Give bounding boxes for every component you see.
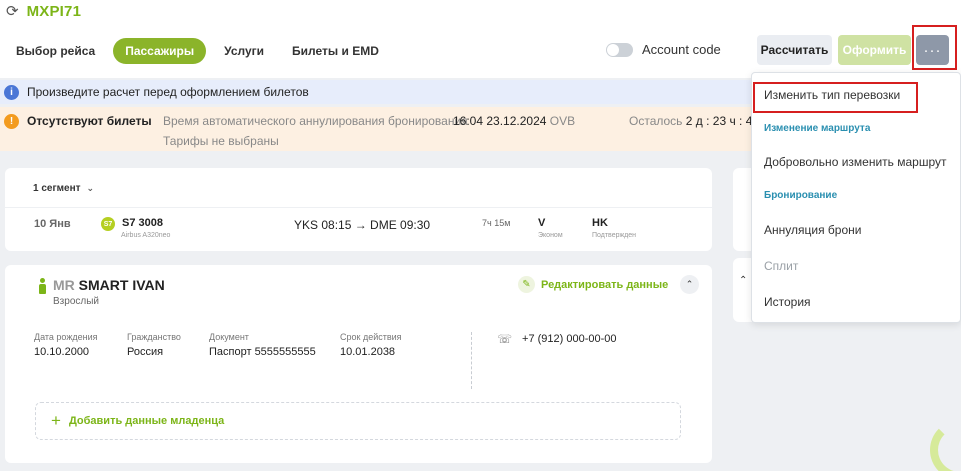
booking-class: V: [538, 217, 546, 229]
more-menu: Изменить тип перевозки Изменение маршрут…: [751, 72, 961, 323]
airline-logo: S7: [101, 217, 115, 231]
calculate-button[interactable]: Рассчитать: [757, 35, 832, 65]
issue-button[interactable]: Оформить: [838, 35, 911, 65]
passenger-title: MR: [53, 277, 75, 293]
divider: [5, 207, 712, 208]
pencil-icon: ✎: [518, 276, 535, 293]
field-value: Россия: [127, 346, 164, 358]
segment-header[interactable]: 1 сегмент ⌄: [33, 183, 94, 194]
tabs: Выбор рейса Пассажиры Услуги Билеты и EM…: [6, 38, 397, 64]
refresh-icon[interactable]: ⟳: [6, 3, 19, 20]
menu-item-change-transport-type[interactable]: Изменить тип перевозки: [764, 88, 900, 102]
segment-header-label: 1 сегмент: [33, 183, 81, 194]
segment-card: 1 сегмент ⌄ 10 Янв S7 S7 3008 Airbus A32…: [5, 168, 712, 251]
field-value: 10.10.2000: [34, 346, 90, 358]
fares-status: Тарифы не выбраны: [163, 134, 279, 148]
flight-number: S7 3008: [122, 217, 163, 229]
field-label: Дата рождения: [34, 332, 98, 342]
chevron-up-icon: ⌃: [685, 279, 694, 289]
expiry-field: Срок действия 10.01.2038: [340, 332, 402, 358]
tab-tickets-emd[interactable]: Билеты и EMD: [282, 38, 389, 64]
citizenship-field: Гражданство Россия: [127, 332, 181, 358]
divider: [471, 332, 472, 389]
auto-cancel-datetime: 16:04 23.12.2024 OVB: [453, 114, 575, 128]
phone-number: +7 (912) 000-00-00: [522, 333, 617, 345]
info-icon: i: [4, 84, 19, 100]
remaining-label: Осталось: [629, 114, 683, 128]
auto-cancel-airport: OVB: [549, 114, 576, 128]
segment-date: 10 Янв: [34, 218, 71, 230]
tab-services[interactable]: Услуги: [214, 38, 274, 64]
document-field: Документ Паспорт 5555555555: [209, 332, 316, 358]
aircraft-type: Airbus A320neo: [121, 232, 171, 239]
info-text: Произведите расчет перед оформлением бил…: [27, 85, 309, 99]
menu-group-booking: Бронирование: [764, 190, 838, 201]
chevron-down-icon: ⌄: [86, 183, 95, 193]
booking-class-name: Эконом: [538, 232, 563, 239]
passenger-card: MR SMART IVAN Взрослый ✎ Редактировать д…: [5, 265, 712, 463]
field-label: Гражданство: [127, 332, 181, 342]
menu-group-route-change: Изменение маршрута: [764, 123, 871, 134]
header: ⟳ MXPI71 Выбор рейса Пассажиры Услуги Би…: [0, 0, 961, 78]
field-label: Срок действия: [340, 332, 402, 342]
segment-route: YKS 08:15 → DME 09:30: [294, 218, 431, 232]
menu-item-cancel-booking[interactable]: Аннуляция брони: [764, 223, 861, 237]
decorative-arc: [930, 420, 961, 471]
edit-data-button[interactable]: ✎ Редактировать данные: [518, 276, 668, 293]
collapse-button[interactable]: ⌃: [680, 275, 699, 294]
field-label: Документ: [209, 332, 249, 342]
chevron-up-icon[interactable]: ⌃: [739, 275, 747, 286]
add-infant-button[interactable]: + Добавить данные младенца: [35, 402, 681, 440]
flight-duration: 7ч 15м: [482, 218, 511, 228]
field-value: Паспорт 5555555555: [209, 346, 316, 358]
remaining-time: Осталось 2 д : 23 ч : 43 м: [629, 114, 771, 128]
menu-item-split[interactable]: Сплит: [764, 259, 798, 273]
birth-date-field: Дата рождения 10.10.2000: [34, 332, 98, 358]
add-infant-label: Добавить данные младенца: [68, 415, 225, 427]
tab-passengers[interactable]: Пассажиры: [113, 38, 207, 64]
menu-item-voluntary-route-change[interactable]: Добровольно изменить маршрут: [764, 155, 947, 169]
phone-contact: ☏ +7 (912) 000-00-00: [497, 332, 617, 346]
field-value: 10.01.2038: [340, 346, 396, 358]
passenger-type: Взрослый: [53, 296, 99, 307]
plus-icon: +: [51, 411, 61, 430]
account-code-toggle[interactable]: [606, 42, 633, 57]
segment-status: HK: [592, 217, 608, 229]
segment-status-name: Подтвержден: [592, 232, 637, 239]
account-code: Account code: [606, 42, 721, 57]
warning-title: Отсутствуют билеты: [27, 114, 152, 128]
phone-icon: ☏: [497, 332, 513, 346]
person-icon: [38, 278, 47, 294]
more-button[interactable]: ···: [916, 35, 949, 65]
account-code-label: Account code: [642, 42, 721, 57]
more-dots-icon: ···: [923, 41, 942, 59]
edit-data-label: Редактировать данные: [541, 278, 669, 291]
auto-cancel-label: Время автоматического аннулирования брон…: [163, 114, 468, 128]
auto-cancel-time: 16:04 23.12.2024: [453, 114, 547, 128]
pnr-code: MXPI71: [26, 3, 82, 20]
passenger-fullname: SMART IVAN: [78, 277, 165, 293]
tab-flight-selection[interactable]: Выбор рейса: [6, 38, 105, 64]
warning-icon: !: [4, 114, 19, 129]
menu-item-history[interactable]: История: [764, 295, 811, 309]
pnr-block: ⟳ MXPI71: [6, 3, 81, 20]
passenger-name: MR SMART IVAN: [53, 277, 165, 293]
